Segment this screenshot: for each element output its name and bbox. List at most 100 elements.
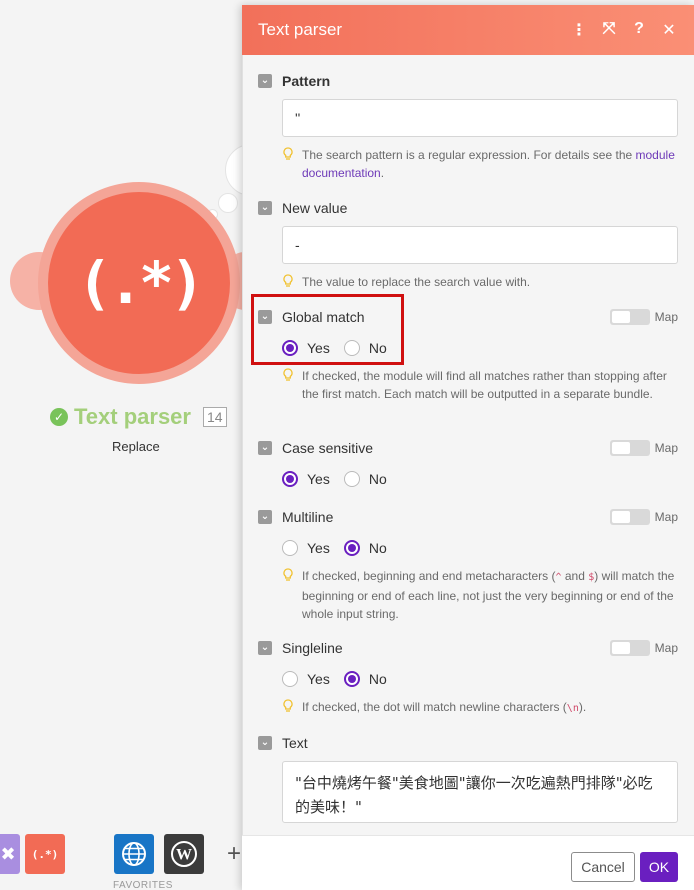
radio-label: Yes xyxy=(307,471,330,487)
expand-icon[interactable]: ⤧ xyxy=(594,20,624,40)
new-value-hint-text: The value to replace the search value wi… xyxy=(302,275,531,289)
text-label: Text xyxy=(282,735,308,751)
new-value-hint: The value to replace the search value wi… xyxy=(282,273,678,291)
hint-period: . xyxy=(380,166,385,180)
more-icon[interactable]: ⋮ xyxy=(564,20,594,40)
collapse-toggle-icon[interactable]: ⌄ xyxy=(258,201,272,215)
check-circle-icon: ✓ xyxy=(50,408,68,426)
singleline-map-toggle[interactable]: Map xyxy=(609,640,678,656)
singleline-field-header: ⌄ Singleline xyxy=(258,640,343,656)
multiline-hint-text: If checked, beginning and end metacharac… xyxy=(302,569,556,583)
ok-button[interactable]: OK xyxy=(640,852,678,882)
pattern-hint: The search pattern is a regular expressi… xyxy=(282,146,678,182)
map-switch[interactable] xyxy=(609,440,650,456)
regex-tool-icon: (.*) xyxy=(31,847,59,861)
wordpress-icon: W xyxy=(171,841,197,867)
text-input[interactable]: "台中燒烤午餐"美食地圖"讓你一次吃遍熱門排隊"必吃的美味！" xyxy=(282,761,678,823)
pattern-input[interactable]: '' xyxy=(282,99,678,137)
singleline-label: Singleline xyxy=(282,640,343,656)
global-match-hint-text: If checked, the module will find all mat… xyxy=(302,369,667,401)
radio-indicator[interactable] xyxy=(282,671,298,687)
close-icon[interactable]: ✕ xyxy=(654,20,684,40)
module-title[interactable]: Text parser xyxy=(74,404,191,430)
lightbulb-icon xyxy=(283,568,293,581)
global-match-map-toggle[interactable]: Map xyxy=(609,309,678,325)
regex-icon: (.*) xyxy=(77,249,205,317)
new-value-label: New value xyxy=(282,200,348,216)
map-switch[interactable] xyxy=(609,309,650,325)
radio-selected-indicator[interactable] xyxy=(343,671,360,687)
cancel-button[interactable]: Cancel xyxy=(571,852,635,882)
singleline-hint: If checked, the dot will match newline c… xyxy=(282,698,678,718)
module-icon[interactable]: (.*) xyxy=(48,192,230,374)
multiline-hint: If checked, beginning and end metacharac… xyxy=(282,567,678,623)
text-parser-tool-button[interactable]: (.*) xyxy=(25,834,65,874)
collapse-toggle-icon[interactable]: ⌄ xyxy=(258,510,272,524)
lightbulb-icon xyxy=(283,368,293,381)
multiline-no-radio[interactable]: No xyxy=(343,540,387,556)
plus-icon: + xyxy=(226,840,241,867)
multiline-label: Multiline xyxy=(282,509,334,525)
collapse-toggle-icon[interactable]: ⌄ xyxy=(258,441,272,455)
new-value-field-header: ⌄ New value xyxy=(258,200,347,216)
pattern-label: Pattern xyxy=(282,73,331,89)
singleline-yes-radio[interactable]: Yes xyxy=(282,671,330,687)
case-sensitive-label: Case sensitive xyxy=(282,440,374,456)
map-switch[interactable] xyxy=(609,509,650,525)
highlight-annotation-box xyxy=(251,294,404,365)
new-value-input[interactable]: - xyxy=(282,226,678,264)
radio-indicator[interactable] xyxy=(343,471,360,487)
module-title-row: ✓ Text parser 14 xyxy=(50,404,227,430)
radio-label: Yes xyxy=(307,540,330,556)
lightbulb-icon xyxy=(283,274,293,287)
case-sensitive-map-toggle[interactable]: Map xyxy=(609,440,678,456)
pattern-hint-text: The search pattern is a regular expressi… xyxy=(302,148,633,162)
multiline-yes-radio[interactable]: Yes xyxy=(282,540,330,556)
radio-label: No xyxy=(368,471,387,487)
panel-title: Text parser xyxy=(258,20,343,39)
singleline-radio-group: Yes No xyxy=(282,671,387,687)
radio-selected-indicator[interactable] xyxy=(282,471,298,487)
radio-indicator[interactable] xyxy=(282,540,298,556)
collapse-toggle-icon[interactable]: ⌄ xyxy=(258,74,272,88)
lightbulb-icon xyxy=(283,699,293,712)
http-tool-button[interactable] xyxy=(114,834,154,874)
radio-label: No xyxy=(368,540,387,556)
text-parser-settings-panel: Text parser ⋮ ⤧ ? ✕ ⌄ Pattern '' The sea… xyxy=(242,5,694,890)
collapse-toggle-icon[interactable]: ⌄ xyxy=(258,736,272,750)
multiline-map-toggle[interactable]: Map xyxy=(609,509,678,525)
multiline-field-header: ⌄ Multiline xyxy=(258,509,333,525)
lightbulb-icon xyxy=(283,147,293,160)
global-match-hint: If checked, the module will find all mat… xyxy=(282,367,678,403)
module-subtitle: Replace xyxy=(112,439,160,454)
case-sensitive-field-header: ⌄ Case sensitive xyxy=(258,440,373,456)
singleline-hint-text: ). xyxy=(578,700,587,714)
case-sensitive-radio-group: Yes No xyxy=(282,471,387,487)
wrench-icon: ✖ xyxy=(0,843,16,864)
singleline-hint-text: If checked, the dot will match newline c… xyxy=(302,700,567,714)
case-sensitive-no-radio[interactable]: No xyxy=(343,471,387,487)
globe-icon xyxy=(122,842,146,866)
map-label: Map xyxy=(654,510,678,524)
help-icon[interactable]: ? xyxy=(624,20,654,40)
panel-body[interactable]: ⌄ Pattern '' The search pattern is a reg… xyxy=(242,55,694,835)
map-label: Map xyxy=(654,310,678,324)
pattern-field-header: ⌄ Pattern xyxy=(258,73,330,89)
multiline-hint-text: and xyxy=(561,569,589,583)
tools-button[interactable]: ✖ xyxy=(0,834,20,874)
map-label: Map xyxy=(654,641,678,655)
wordpress-tool-button[interactable]: W xyxy=(164,834,204,874)
map-switch[interactable] xyxy=(609,640,650,656)
text-parser-module[interactable]: (.*) xyxy=(10,182,270,392)
panel-footer: Cancel OK xyxy=(242,835,694,890)
radio-label: No xyxy=(368,671,387,687)
newline-code: \n xyxy=(566,703,579,714)
multiline-radio-group: Yes No xyxy=(282,540,387,556)
radio-selected-indicator[interactable] xyxy=(343,540,360,556)
singleline-no-radio[interactable]: No xyxy=(343,671,387,687)
panel-header: Text parser ⋮ ⤧ ? ✕ xyxy=(242,5,694,55)
collapse-toggle-icon[interactable]: ⌄ xyxy=(258,641,272,655)
svg-text:W: W xyxy=(176,847,192,864)
map-label: Map xyxy=(654,441,678,455)
case-sensitive-yes-radio[interactable]: Yes xyxy=(282,471,330,487)
